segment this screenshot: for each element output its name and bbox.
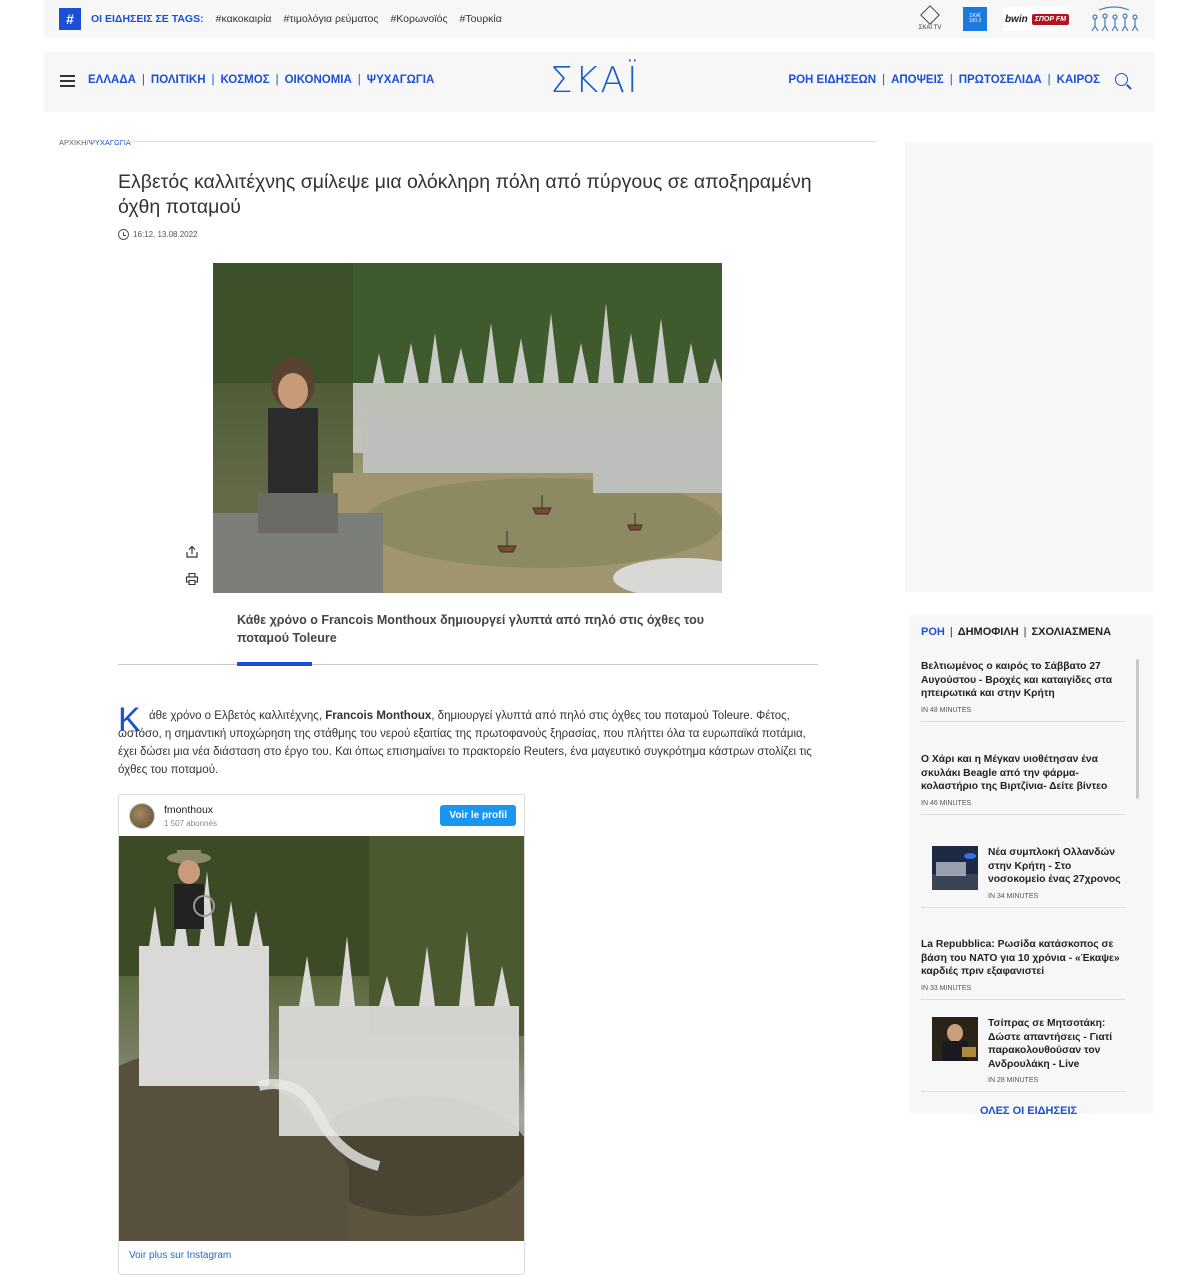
image-caption: Κάθε χρόνο ο Francois Monthoux δημιουργε… [237, 613, 705, 645]
article-main-image [213, 263, 722, 593]
article-date-text: 16:12, 13.08.2022 [133, 230, 198, 239]
feed-item-thumbnail[interactable] [932, 1017, 978, 1061]
bwin-logo: bwin [1004, 13, 1028, 25]
share-icon[interactable] [185, 545, 199, 559]
feed-item-thumbnail[interactable] [932, 846, 978, 890]
instagram-photo[interactable] [119, 836, 524, 1241]
skai-tv-link[interactable]: ΣΚΑΪ TV [913, 4, 947, 34]
print-icon[interactable] [185, 572, 199, 586]
feed-item-title[interactable]: Τσίπρας σε Μητσοτάκη: Δώστε απαντήσεις -… [988, 1017, 1125, 1071]
tags-title: ΟΙ ΕΙΔΗΣΕΙΣ ΣΕ TAGS: [91, 13, 204, 25]
feed-item-title[interactable]: La Repubblica: Ρωσίδα κατάσκοπος σε βάση… [921, 938, 1125, 979]
tab-dimofili[interactable]: ΔΗΜΟΦΙΛΗ [958, 626, 1019, 638]
tag-link-timologia[interactable]: #τιμολόγια ρεύματος [284, 13, 379, 25]
breadcrumb-home[interactable]: ΑΡΧΙΚΗ [59, 138, 87, 147]
instagram-username[interactable]: fmonthoux [164, 804, 213, 816]
skai-tv-icon [920, 4, 940, 25]
breadcrumb-divider [118, 141, 876, 142]
feed-item-title[interactable]: Ο Χάρι και η Μέγκαν υιοθέτησαν ένα σκυλά… [921, 753, 1125, 794]
feed-item-time: IN 46 MINUTES [921, 799, 972, 807]
tag-link-kakokairia[interactable]: #κακοκαιρία [216, 13, 272, 25]
feed-item-time: IN 34 MINUTES [988, 892, 1039, 900]
breadcrumb: ΑΡΧΙΚΗ/ΨΥΧΑΓΩΓΙΑ [59, 138, 131, 147]
avatar[interactable] [129, 803, 155, 829]
article-title: Ελβετός καλλιτέχνης σμίλεψε μια ολόκληρη… [118, 171, 812, 218]
article-datetime: 16:12, 13.08.2022 [118, 229, 198, 240]
castle-sculpture-photo [119, 836, 524, 1241]
list-item[interactable]: Βελτιωμένος ο καιρός το Σάββατο 27 Αυγού… [921, 660, 1125, 722]
skai-radio-link[interactable]: ΣΚΑΪ 100.3 [963, 7, 987, 31]
instagram-embed: fmonthoux 1 507 abonnés Voir le profil V… [118, 794, 525, 1275]
sport-fm-logo: ΣΠΟΡ FM [1031, 13, 1070, 25]
hashtag-icon: # [59, 8, 81, 30]
nav-kosmos[interactable]: ΚΟΣΜΟΣ [221, 74, 270, 86]
river-castles-photo [213, 263, 722, 593]
breadcrumb-current[interactable]: ΨΥΧΑΓΩΓΙΑ [89, 138, 131, 147]
tags-bar: # ΟΙ ΕΙΔΗΣΕΙΣ ΣΕ TAGS: #κακοκαιρία #τιμο… [44, 0, 1155, 38]
nav-politiki[interactable]: ΠΟΛΙΤΙΚΗ [151, 74, 206, 86]
feed-item-time: IN 28 MINUTES [988, 1077, 1039, 1084]
feed-item-title[interactable]: Βελτιωμένος ο καιρός το Σάββατο 27 Αυγού… [921, 660, 1125, 701]
clock-icon [118, 229, 129, 240]
sport-fm-link[interactable]: bwin ΣΠΟΡ FM [1003, 7, 1071, 31]
nav-ellada[interactable]: ΕΛΛΑΔΑ [88, 74, 136, 86]
search-icon[interactable] [1115, 73, 1128, 86]
nav-roi-eidiseon[interactable]: ΡΟΗ ΕΙΔΗΣΕΩΝ [788, 74, 876, 86]
tag-link-tourkia[interactable]: #Τουρκία [460, 13, 502, 25]
nav-protoselida[interactable]: ΠΡΩΤΟΣΕΛΙΔΑ [959, 74, 1042, 86]
feed-scrollbar[interactable] [1136, 659, 1139, 799]
kids-figures-icon [1091, 6, 1139, 32]
list-item[interactable]: Ο Χάρι και η Μέγκαν υιοθέτησαν ένα σκυλά… [921, 753, 1125, 815]
ad-placeholder [905, 142, 1153, 592]
caption-divider [118, 664, 818, 665]
nav-kairos[interactable]: ΚΑΙΡΟΣ [1057, 74, 1100, 86]
nav-psyxagogia[interactable]: ΨΥΧΑΓΩΓΙΑ [367, 74, 435, 86]
instagram-followers: 1 507 abonnés [164, 819, 217, 828]
list-item[interactable]: Νέα συμπλοκή Ολλανδών στην Κρήτη - Στο ν… [921, 846, 1125, 908]
tab-roi[interactable]: ΡΟΗ [921, 626, 945, 638]
view-profile-button[interactable]: Voir le profil [440, 805, 516, 826]
news-feed-panel: ΡΟΗ | ΔΗΜΟΦΙΛΗ | ΣΧΟΛΙΑΣΜΕΝΑ Βελτιωμένος… [909, 614, 1153, 1117]
main-header: ΕΛΛΑΔΑ | ΠΟΛΙΤΙΚΗ | ΚΟΣΜΟΣ | ΟΙΚΟΝΟΜΙΑ |… [44, 52, 1155, 112]
tag-link-koronoios[interactable]: #Κορωνοϊός [390, 13, 447, 25]
skai-tv-label: ΣΚΑΪ TV [918, 24, 942, 31]
article-body: άθε χρόνο ο Ελβετός καλλιτέχνης, Francoi… [118, 710, 812, 776]
secondary-nav: ΡΟΗ ΕΙΔΗΣΕΩΝ | ΑΠΟΨΕΙΣ | ΠΡΩΤΟΣΕΛΙΔΑ | Κ… [788, 74, 1100, 86]
feed-item-time: IN 48 MINUTES [921, 706, 972, 714]
menu-icon[interactable] [60, 75, 75, 87]
news-feed-tabs: ΡΟΗ | ΔΗΜΟΦΙΛΗ | ΣΧΟΛΙΑΣΜΕΝΑ [921, 626, 1112, 638]
nav-oikonomia[interactable]: ΟΙΚΟΝΟΜΙΑ [285, 74, 352, 86]
tab-sxoliasmena[interactable]: ΣΧΟΛΙΑΣΜΕΝΑ [1032, 626, 1112, 638]
all-news-link[interactable]: ΟΛΕΣ ΟΙ ΕΙΔΗΣΕΙΣ [980, 1105, 1077, 1117]
view-more-instagram-link[interactable]: Voir plus sur Instagram [129, 1250, 231, 1261]
feed-item-title[interactable]: Νέα συμπλοκή Ολλανδών στην Κρήτη - Στο ν… [988, 846, 1125, 887]
site-logo[interactable]: ΣΚΑΪ [550, 63, 640, 99]
list-item[interactable]: La Repubblica: Ρωσίδα κατάσκοπος σε βάση… [921, 938, 1125, 1000]
kids-logo-link[interactable] [1087, 5, 1141, 33]
nav-apopseis[interactable]: ΑΠΟΨΕΙΣ [891, 74, 944, 86]
artist-name: Francois Monthoux [325, 710, 432, 722]
primary-nav: ΕΛΛΑΔΑ | ΠΟΛΙΤΙΚΗ | ΚΟΣΜΟΣ | ΟΙΚΟΝΟΜΙΑ |… [88, 74, 435, 86]
feed-item-time: IN 33 MINUTES [921, 984, 972, 992]
caption-accent-bar [237, 662, 312, 666]
list-item[interactable]: Τσίπρας σε Μητσοτάκη: Δώστε απαντήσεις -… [921, 1017, 1125, 1092]
